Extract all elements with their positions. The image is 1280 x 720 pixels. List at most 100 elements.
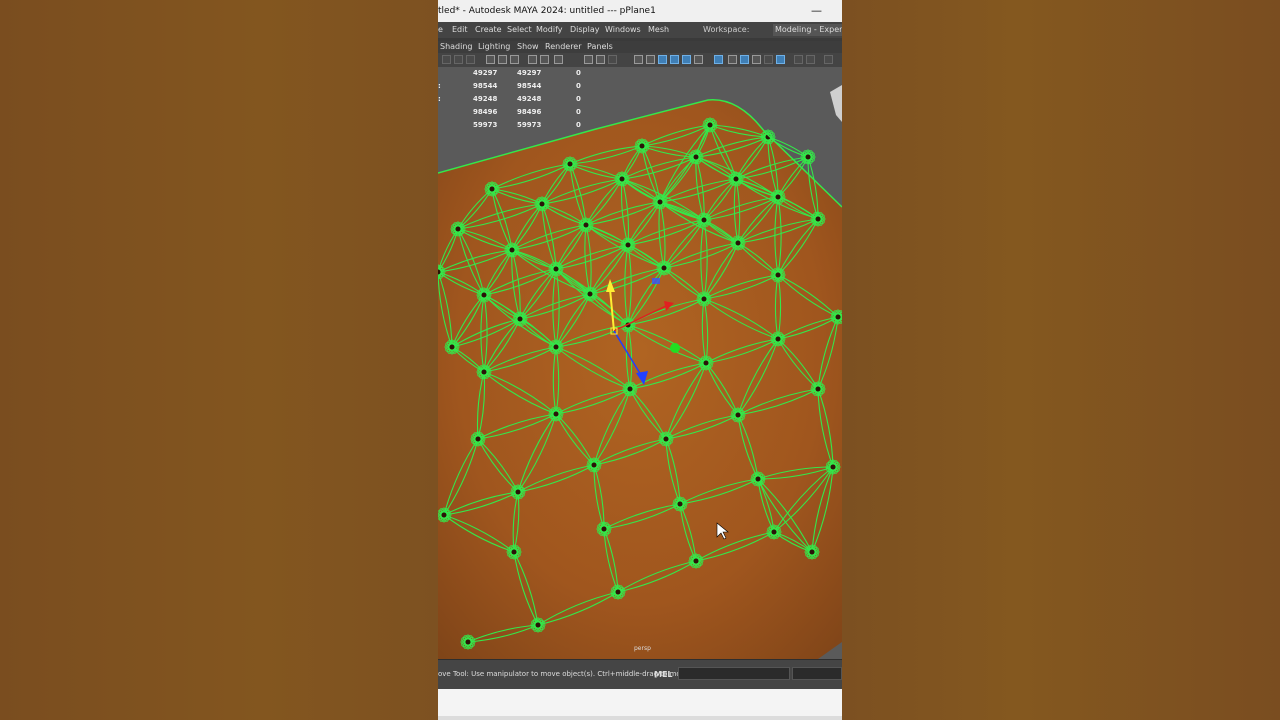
camera-icon[interactable] [528, 55, 537, 64]
wire-node-center [553, 266, 559, 272]
gate-mask-icon[interactable] [794, 55, 803, 64]
mel-label[interactable]: MEL [654, 670, 673, 679]
menu-mesh[interactable]: Mesh [648, 22, 669, 38]
plane-surface[interactable] [438, 99, 842, 659]
hud-value: 49248 [517, 95, 542, 103]
paint-select-icon[interactable] [466, 55, 475, 64]
command-line-input[interactable] [678, 667, 790, 680]
wire-node-center [539, 201, 545, 207]
menu-modify[interactable]: Modify [536, 22, 563, 38]
move-icon[interactable] [486, 55, 495, 64]
shadows-icon[interactable] [694, 55, 703, 64]
hud-label: : [438, 82, 441, 90]
wireframe-icon[interactable] [584, 55, 593, 64]
wire-node-center [775, 336, 781, 342]
wire-node-center [693, 154, 699, 160]
menu-select[interactable]: Select [507, 22, 532, 38]
hud-label: : [438, 95, 441, 103]
wire-node-center [733, 176, 739, 182]
wire-node-center [639, 143, 645, 149]
title-bar: tled* - Autodesk MAYA 2024: untitled ---… [438, 0, 842, 22]
wire-node-center [805, 154, 811, 160]
wire-node-center [707, 122, 713, 128]
textured-icon[interactable] [670, 55, 679, 64]
minimize-icon[interactable]: — [811, 0, 822, 22]
hud-value: 0 [576, 95, 581, 103]
xray-icon[interactable] [714, 55, 723, 64]
wire-node-center [735, 240, 741, 246]
wire-node-center [830, 464, 836, 470]
shaded-icon[interactable] [596, 55, 605, 64]
wire-node-center [441, 512, 447, 518]
panel-menu-shading[interactable]: Shading [440, 41, 473, 53]
help-line-text: ove Tool: Use manipulator to move object… [438, 670, 690, 678]
hud-value: 59973 [517, 121, 542, 129]
wireframe-on-shaded-icon[interactable] [658, 55, 667, 64]
antialias-icon[interactable] [764, 55, 773, 64]
hud-value: 59973 [473, 121, 498, 129]
frame-icon[interactable] [540, 55, 549, 64]
scene-canvas[interactable] [438, 67, 842, 659]
panel-toolbar [438, 53, 842, 68]
wire-node-center [809, 549, 815, 555]
backface-icon[interactable] [728, 55, 737, 64]
rotate-icon[interactable] [498, 55, 507, 64]
menu-create[interactable]: Create [475, 22, 502, 38]
wire-node-center [663, 436, 669, 442]
wire-node-center [481, 369, 487, 375]
select-tool-icon[interactable] [442, 55, 451, 64]
lights-icon[interactable] [682, 55, 691, 64]
command-result-field [792, 667, 842, 680]
menu-windows[interactable]: Windows [605, 22, 641, 38]
safe-action-icon[interactable] [824, 55, 833, 64]
lasso-icon[interactable] [454, 55, 463, 64]
panel-menu-panels[interactable]: Panels [587, 41, 613, 53]
field-chart-icon[interactable] [806, 55, 815, 64]
window-title: tled* - Autodesk MAYA 2024: untitled ---… [438, 6, 656, 16]
wire-node-center [515, 489, 521, 495]
viewcube-icon[interactable] [830, 85, 842, 122]
hud-value: 49297 [473, 69, 498, 77]
grid-icon[interactable] [554, 55, 563, 64]
panel-menu-show[interactable]: Show [517, 41, 539, 53]
depth-of-field-icon[interactable] [776, 55, 785, 64]
isolate-icon[interactable] [608, 55, 617, 64]
panel-menu-lighting[interactable]: Lighting [478, 41, 510, 53]
wire-node-center [481, 292, 487, 298]
manip-plane-handle[interactable] [652, 278, 660, 284]
wire-node-center [465, 639, 471, 645]
wire-node-center [661, 265, 667, 271]
wire-node-center [735, 412, 741, 418]
workspace-dropdown[interactable]: Modeling - Expert* [773, 24, 842, 36]
wire-node-center [771, 529, 777, 535]
maya-window: tled* - Autodesk MAYA 2024: untitled ---… [438, 0, 842, 720]
panel-menu-bar: Shading Lighting Show Renderer Panels [438, 41, 842, 53]
motion-blur-icon[interactable] [752, 55, 761, 64]
perspective-viewport[interactable]: 49297 49297 0 : 98544 98544 0 : 49248 49… [438, 67, 842, 659]
wire-node-center [701, 217, 707, 223]
wire-node-center [701, 296, 707, 302]
hud-value: 0 [576, 108, 581, 116]
wire-node-center [601, 526, 607, 532]
menu-display[interactable]: Display [570, 22, 600, 38]
panel-menu-renderer[interactable]: Renderer [545, 41, 582, 53]
blurred-background-right [842, 0, 1280, 720]
wire-node-center [553, 411, 559, 417]
manip-center-handle[interactable] [670, 343, 680, 353]
screen-space-ao-icon[interactable] [740, 55, 749, 64]
default-material-icon[interactable] [646, 55, 655, 64]
hud-value: 98496 [517, 108, 542, 116]
scale-icon[interactable] [510, 55, 519, 64]
wire-node-center [591, 462, 597, 468]
wire-node-center [755, 476, 761, 482]
wire-node-center [627, 386, 633, 392]
wire-node-center [583, 222, 589, 228]
menu-file-truncated[interactable]: e [438, 22, 443, 38]
wire-node-center [815, 216, 821, 222]
wire-node-center [775, 194, 781, 200]
hud-value: 98544 [473, 82, 498, 90]
menu-edit[interactable]: Edit [452, 22, 468, 38]
wire-node-center [535, 622, 541, 628]
smooth-shade-icon[interactable] [634, 55, 643, 64]
wire-node-center [567, 161, 573, 167]
